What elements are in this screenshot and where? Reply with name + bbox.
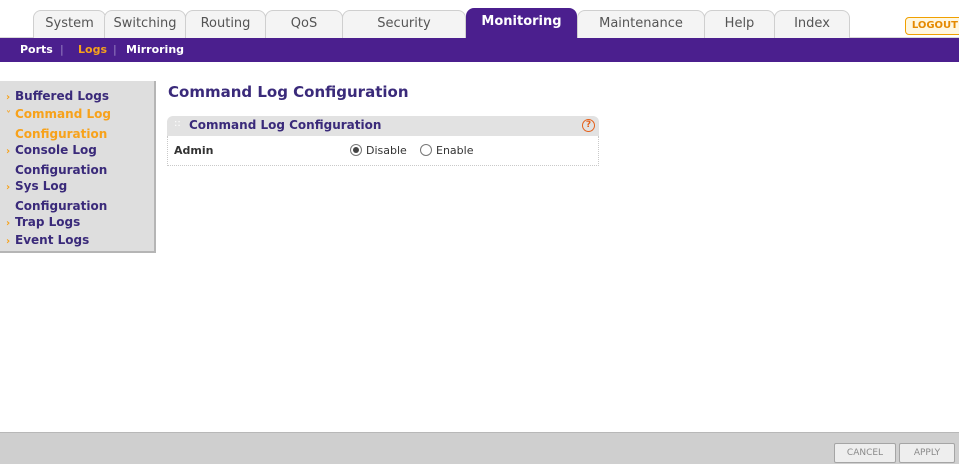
nav-item-label: Sys Log [15, 179, 68, 193]
tab-switching[interactable]: Switching [104, 10, 186, 38]
grip-icon: :: [174, 118, 181, 129]
nav-item-label: Event Logs [15, 233, 90, 247]
main-tab-bar: System Switching Routing QoS Security Mo… [0, 0, 959, 38]
left-nav: › Buffered Logs ˅ Command Log Configuratio… [0, 81, 156, 253]
tab-system[interactable]: System [33, 10, 106, 38]
bottom-action-bar: CANCEL APPLY [0, 432, 959, 464]
panel-body: Admin Disable Enable [167, 136, 599, 166]
command-log-panel: :: Command Log Configuration ? Admin Dis… [167, 116, 599, 166]
nav-item-console-log-configuration[interactable]: › Console Log Configuration [6, 141, 107, 179]
nav-item-trap-logs[interactable]: › Trap Logs [6, 213, 80, 233]
panel-header: :: Command Log Configuration ? [167, 116, 599, 136]
admin-disable-label[interactable]: Disable [366, 144, 407, 157]
chevron-right-icon: › [6, 146, 11, 157]
logout-button[interactable]: LOGOUT [904, 17, 959, 35]
nav-item-label: Trap Logs [15, 215, 81, 229]
submenu-separator: | [113, 43, 117, 56]
nav-item-command-log-configuration[interactable]: ˅ Command Log Configuration [6, 105, 111, 143]
tab-security[interactable]: Security [342, 10, 466, 38]
chevron-right-icon: › [6, 182, 11, 193]
tab-routing[interactable]: Routing [185, 10, 266, 38]
nav-item-label: Buffered Logs [15, 89, 109, 103]
nav-item-sys-log-configuration[interactable]: › Sys Log Configuration [6, 177, 107, 215]
nav-item-label: Command Log [15, 107, 111, 121]
apply-button[interactable]: APPLY [899, 443, 955, 463]
admin-disable-radio[interactable] [350, 144, 362, 156]
nav-item-label: Configuration [15, 163, 108, 177]
admin-enable-radio[interactable] [420, 144, 432, 156]
nav-item-label: Configuration [15, 127, 108, 141]
header-spacer [0, 62, 959, 70]
chevron-down-icon: ˅ [6, 110, 11, 121]
help-icon[interactable]: ? [582, 119, 595, 132]
nav-item-buffered-logs[interactable]: › Buffered Logs [6, 87, 109, 107]
tab-help[interactable]: Help [704, 10, 775, 38]
submenu-bar: Ports | Logs | Mirroring [0, 38, 959, 62]
submenu-ports[interactable]: Ports [20, 38, 53, 62]
cancel-button[interactable]: CANCEL [834, 443, 896, 463]
submenu-mirroring[interactable]: Mirroring [126, 38, 184, 62]
page-title: Command Log Configuration [168, 83, 409, 101]
submenu-separator: | [60, 43, 64, 56]
submenu-logs[interactable]: Logs [78, 38, 107, 62]
nav-item-label: Configuration [15, 199, 108, 213]
panel-title: Command Log Configuration [189, 118, 382, 132]
tab-monitoring[interactable]: Monitoring [466, 8, 577, 38]
tab-qos[interactable]: QoS [265, 10, 343, 38]
admin-enable-label[interactable]: Enable [436, 144, 473, 157]
tab-maintenance[interactable]: Maintenance [577, 10, 705, 38]
tab-index[interactable]: Index [774, 10, 850, 38]
nav-item-event-logs[interactable]: › Event Logs [6, 231, 89, 251]
chevron-right-icon: › [6, 236, 11, 247]
admin-label: Admin [174, 144, 214, 157]
nav-item-label: Console Log [15, 143, 97, 157]
